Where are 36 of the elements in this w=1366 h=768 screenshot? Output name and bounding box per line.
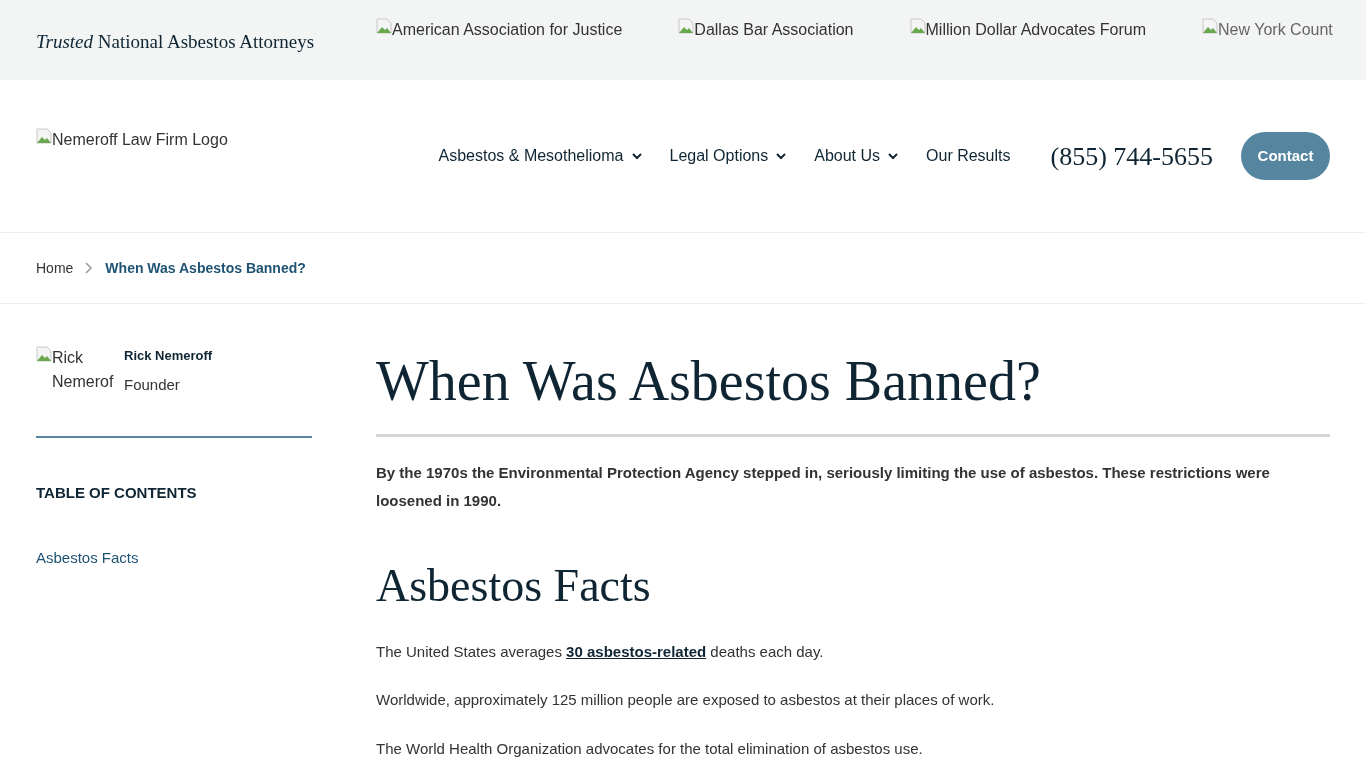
broken-image-icon: [376, 18, 392, 34]
chevron-right-icon: [85, 262, 94, 274]
breadcrumb-link[interactable]: Home: [36, 257, 74, 279]
contact-button[interactable]: Contact: [1241, 132, 1330, 180]
badge-alt-text: Dallas Bar Association: [694, 20, 854, 40]
badge-alt-text: Million Dollar Advocates Forum: [925, 20, 1147, 40]
broken-image-icon: [36, 346, 52, 362]
nav-link[interactable]: Our Results: [926, 144, 1011, 168]
breadcrumb-link[interactable]: When Was Asbestos Banned?: [105, 257, 306, 279]
logo-alt-text: Nemeroff Law Firm Logo: [52, 130, 228, 150]
author-name: Rick Nemeroff: [124, 347, 213, 365]
broken-image-icon: [1202, 18, 1219, 34]
broken-image-icon: [678, 18, 695, 34]
chevron-down-icon: [776, 152, 787, 160]
phone-number[interactable]: (855) 744-5655: [1050, 136, 1213, 176]
badge-alt-text: New York Count: [1218, 20, 1333, 40]
badge-alt-text: American Association for Justice: [392, 20, 623, 40]
toc-title: TABLE OF CONTENTS: [36, 483, 198, 503]
broken-image-icon: [36, 128, 52, 144]
page-title: When Was Asbestos Banned?: [376, 349, 1042, 414]
nav-link[interactable]: About Us: [814, 144, 899, 168]
chevron-down-icon: [888, 152, 899, 160]
paragraph: The United States averages 30 asbestos-related deaths each day.: [376, 641, 825, 662]
intro-paragraph: By the 1970s the Environmental Protection Agency stepped in, seriously limiting the use of asbestos. These restrictions were loosened in 1990.: [376, 463, 1271, 511]
section-heading: Asbestos Facts: [376, 559, 652, 613]
author-role: Founder: [124, 374, 181, 395]
tagline: Trusted National Asbestos Attorneys: [36, 30, 316, 54]
nav-link[interactable]: Asbestos & Mesothelioma: [438, 144, 642, 168]
nav-link[interactable]: Legal Options: [669, 144, 787, 168]
toc-link[interactable]: Asbestos Facts: [36, 546, 312, 569]
paragraph: The World Health Organization advocates for the total elimination of asbestos use.: [376, 738, 924, 759]
broken-image-icon: [909, 18, 926, 34]
inline-link[interactable]: 30 asbestos-related: [566, 642, 707, 660]
author-photo-alt-text: Rick Nemerof: [52, 348, 115, 392]
paragraph: Worldwide, approximately 125 million people are exposed to asbestos at their places of work.: [376, 690, 996, 710]
chevron-down-icon: [631, 152, 642, 160]
